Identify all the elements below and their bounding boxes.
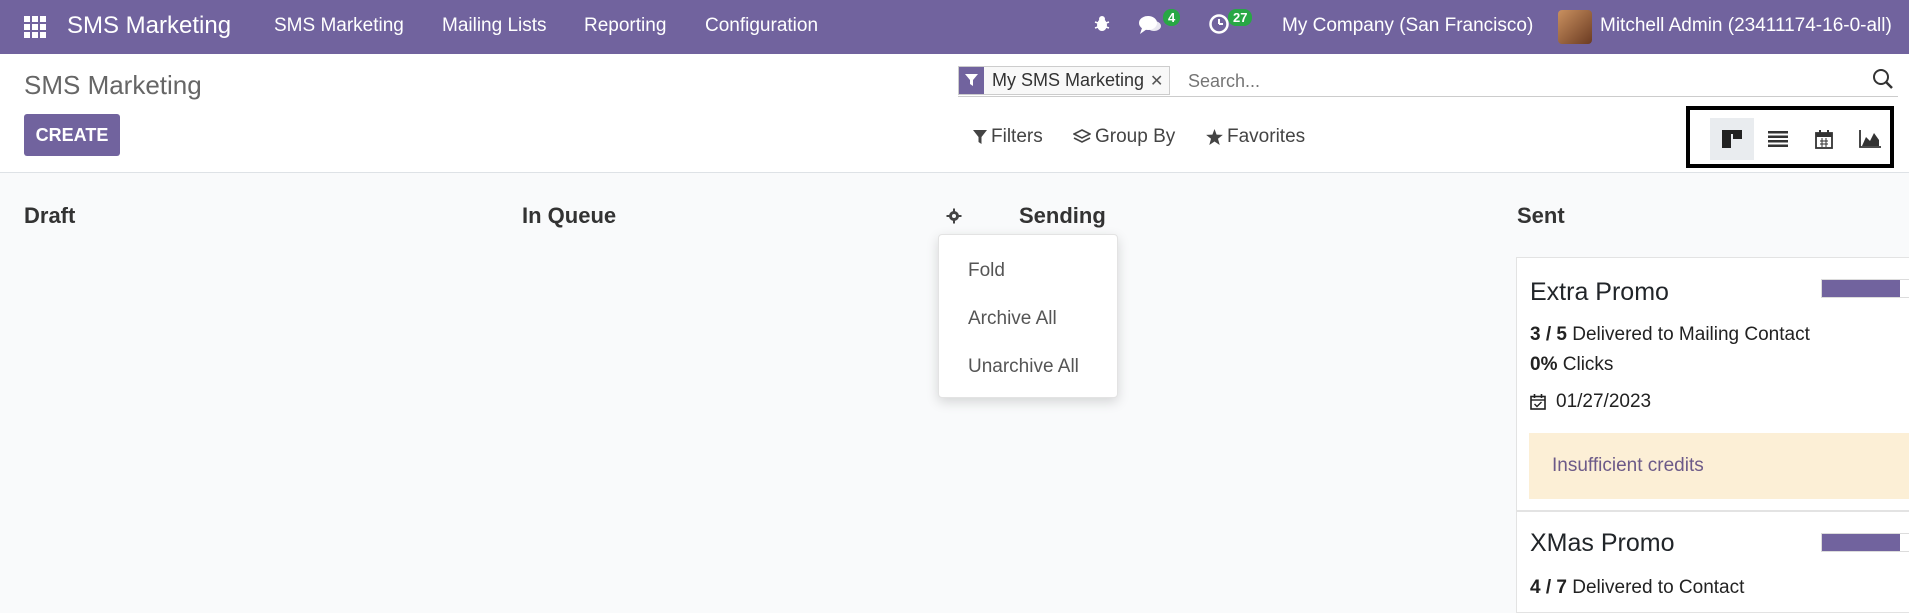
progress-fill bbox=[1822, 280, 1901, 297]
dropdown-item-unarchive-all[interactable]: Unarchive All bbox=[968, 356, 1079, 378]
calendar-view-button[interactable] bbox=[1802, 118, 1846, 160]
filters-label: Filters bbox=[991, 126, 1043, 147]
dropdown-item-archive-all[interactable]: Archive All bbox=[968, 308, 1057, 330]
column-title-in-queue[interactable]: In Queue bbox=[522, 203, 616, 229]
facet-label: My SMS Marketing bbox=[992, 70, 1145, 90]
apps-menu-icon[interactable] bbox=[24, 16, 46, 38]
delivered-label: Delivered to Contact bbox=[1572, 577, 1745, 598]
activities-count-badge: 27 bbox=[1228, 9, 1253, 26]
search-bar: My SMS Marketing ✕ bbox=[958, 64, 1898, 97]
column-title-draft[interactable]: Draft bbox=[24, 203, 75, 229]
alert-text: Insufficient credits bbox=[1552, 455, 1704, 476]
delivery-progress-bar bbox=[1821, 533, 1909, 552]
card-date: 01/27/2023 bbox=[1556, 391, 1652, 412]
clicks-value: 0% bbox=[1530, 354, 1558, 375]
list-view-button[interactable] bbox=[1756, 118, 1800, 160]
delivered-label: Delivered to Mailing Contact bbox=[1572, 324, 1810, 345]
delivered-count: 3 / 5 bbox=[1530, 324, 1567, 345]
kanban-view-button[interactable] bbox=[1710, 118, 1754, 160]
insufficient-credits-alert: Insufficient credits bbox=[1529, 433, 1909, 499]
top-navbar: SMS Marketing SMS Marketing Mailing List… bbox=[0, 0, 1909, 54]
star-icon bbox=[1206, 129, 1223, 145]
app-brand[interactable]: SMS Marketing bbox=[67, 12, 231, 40]
calendar-check-icon bbox=[1530, 394, 1546, 410]
favorites-label: Favorites bbox=[1227, 126, 1306, 147]
delivered-count: 4 / 7 bbox=[1530, 577, 1567, 598]
control-panel: SMS Marketing CREATE My SMS Marketing ✕ … bbox=[0, 54, 1909, 173]
favorites-button[interactable]: Favorites bbox=[1206, 126, 1305, 148]
create-button[interactable]: CREATE bbox=[24, 114, 120, 156]
messages-icon[interactable] bbox=[1138, 14, 1162, 36]
progress-fill bbox=[1822, 534, 1901, 551]
filters-button[interactable]: Filters bbox=[973, 126, 1043, 148]
menu-reporting[interactable]: Reporting bbox=[584, 15, 666, 37]
menu-sms-marketing[interactable]: SMS Marketing bbox=[274, 15, 404, 37]
column-settings-dropdown: Fold Archive All Unarchive All bbox=[938, 234, 1118, 398]
column-settings-gear-icon[interactable] bbox=[946, 208, 962, 224]
company-switcher[interactable]: My Company (San Francisco) bbox=[1282, 15, 1533, 37]
delivered-stat: 3 / 5 Delivered to Mailing Contact bbox=[1530, 324, 1810, 346]
page-title: SMS Marketing bbox=[24, 70, 202, 100]
card-title: Extra Promo bbox=[1530, 278, 1669, 306]
graph-view-button[interactable] bbox=[1848, 118, 1892, 160]
group-by-label: Group By bbox=[1095, 126, 1176, 147]
search-input[interactable] bbox=[1186, 68, 1870, 94]
menu-configuration[interactable]: Configuration bbox=[705, 15, 818, 37]
kanban-card[interactable]: XMas Promo 4 / 7 Delivered to Contact bbox=[1516, 511, 1909, 613]
kanban-card[interactable]: Extra Promo 3 / 5 Delivered to Mailing C… bbox=[1516, 257, 1909, 511]
area-chart-icon bbox=[1859, 130, 1881, 148]
calendar-view-icon bbox=[1815, 129, 1833, 149]
filter-icon bbox=[973, 129, 987, 144]
search-icon[interactable] bbox=[1872, 68, 1894, 90]
clicks-label: Clicks bbox=[1562, 354, 1614, 375]
column-title-sent[interactable]: Sent bbox=[1517, 203, 1565, 229]
search-facet: My SMS Marketing ✕ bbox=[958, 66, 1171, 95]
user-menu[interactable]: Mitchell Admin (23411174-16-0-all) bbox=[1600, 15, 1892, 37]
card-title: XMas Promo bbox=[1530, 529, 1675, 557]
clicks-stat: 0% Clicks bbox=[1530, 354, 1613, 376]
user-avatar[interactable] bbox=[1558, 10, 1592, 44]
debug-bug-icon[interactable] bbox=[1092, 14, 1112, 34]
kanban-view-icon bbox=[1722, 130, 1742, 148]
layers-icon bbox=[1073, 128, 1091, 143]
list-view-icon bbox=[1768, 131, 1788, 147]
activities-clock-icon[interactable] bbox=[1208, 13, 1230, 35]
group-by-button[interactable]: Group By bbox=[1073, 126, 1175, 148]
facet-remove-icon[interactable]: ✕ bbox=[1150, 71, 1169, 91]
messages-count-badge: 4 bbox=[1163, 9, 1181, 26]
delivery-progress-bar bbox=[1821, 279, 1909, 298]
filter-funnel-icon bbox=[959, 67, 984, 94]
dropdown-item-fold[interactable]: Fold bbox=[968, 260, 1005, 282]
menu-mailing-lists[interactable]: Mailing Lists bbox=[442, 15, 547, 37]
view-switcher bbox=[1686, 106, 1894, 168]
column-title-sending[interactable]: Sending bbox=[1019, 203, 1106, 229]
